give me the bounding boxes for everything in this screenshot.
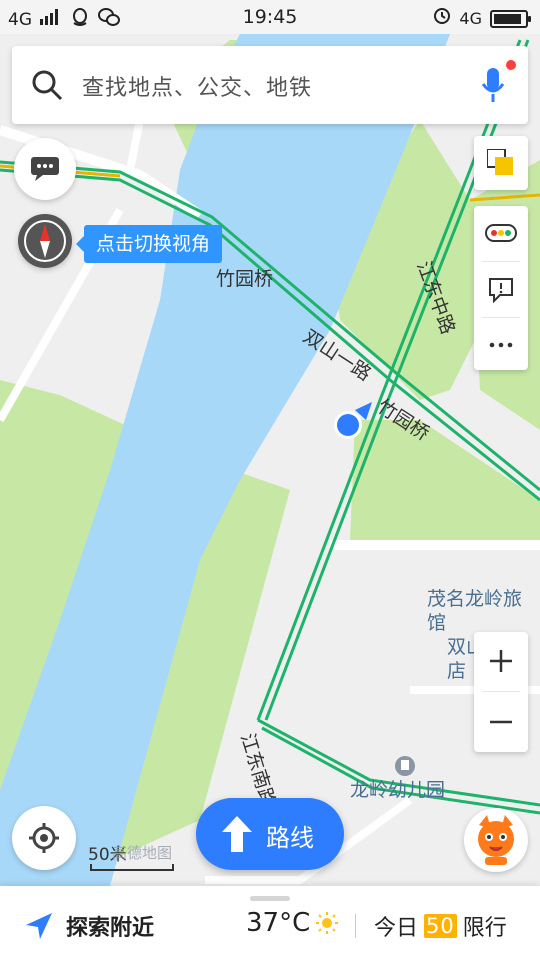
search-icon [32,70,63,101]
assistant-button[interactable] [464,808,528,872]
map-tools-panel [474,206,528,370]
limit-label: 限行 [462,916,507,941]
crosshair-icon [29,823,59,853]
zoom-panel [474,632,528,752]
poi-kindergarten[interactable]: 龙岭幼儿园 [350,778,445,802]
plus-icon [490,650,512,672]
poi-hotel-line1: 茂名龙岭旅馆 [427,588,523,634]
explore-nearby-button[interactable]: 探索附近 [24,910,154,942]
map-label-bridge: 竹园桥 [216,268,274,290]
traffic-limit-widget[interactable]: 今日 50 限行 [374,910,507,942]
minus-icon [490,720,512,724]
route-label: 路线 [266,824,314,852]
layers-button[interactable] [474,136,528,190]
layers-icon [487,149,513,175]
network-indicator-right: 4G [459,9,482,28]
locate-button[interactable] [12,806,76,870]
fox-mascot-icon [478,815,514,865]
kindergarten-pin-icon [395,756,415,776]
drag-handle[interactable] [250,896,290,901]
scale-bar [90,864,174,871]
status-bar: 4G 19:45 4G [0,0,540,34]
route-arrow-icon [222,816,252,852]
divider [355,914,356,938]
map-watermark: 高德地图 [112,844,173,862]
message-button[interactable] [14,138,76,200]
sun-icon [316,912,339,934]
navigation-arrow-icon [26,913,52,939]
bottom-bar: 探索附近 37°C 今日 50 限行 [0,886,540,960]
traffic-light-icon [485,224,517,242]
route-button[interactable]: 路线 [196,798,344,870]
zoom-in-button[interactable] [474,632,528,690]
more-icon [489,342,513,348]
search-bar[interactable]: 查找地点、公交、地铁 [12,46,528,124]
search-placeholder: 查找地点、公交、地铁 [82,76,313,101]
compass-icon [24,220,66,262]
report-button[interactable] [474,262,528,316]
report-icon [489,278,513,303]
alarm-icon [433,7,451,30]
view-switch-tooltip[interactable]: 点击切换视角 [75,225,223,263]
temperature: 37°C [246,908,311,938]
traffic-button[interactable] [474,206,528,260]
weather-widget[interactable]: 37°C [246,908,339,938]
chat-bubble-icon [31,157,59,181]
battery-icon [490,9,531,28]
microphone-icon[interactable] [480,66,506,104]
compass-button[interactable] [18,214,72,268]
explore-nearby-label: 探索附近 [66,916,155,941]
today-label: 今日 [374,916,419,941]
notification-dot [506,60,516,70]
limit-number: 50 [424,914,457,938]
more-button[interactable] [474,318,528,370]
map-canvas[interactable] [0,34,540,886]
zoom-out-button[interactable] [474,692,528,752]
